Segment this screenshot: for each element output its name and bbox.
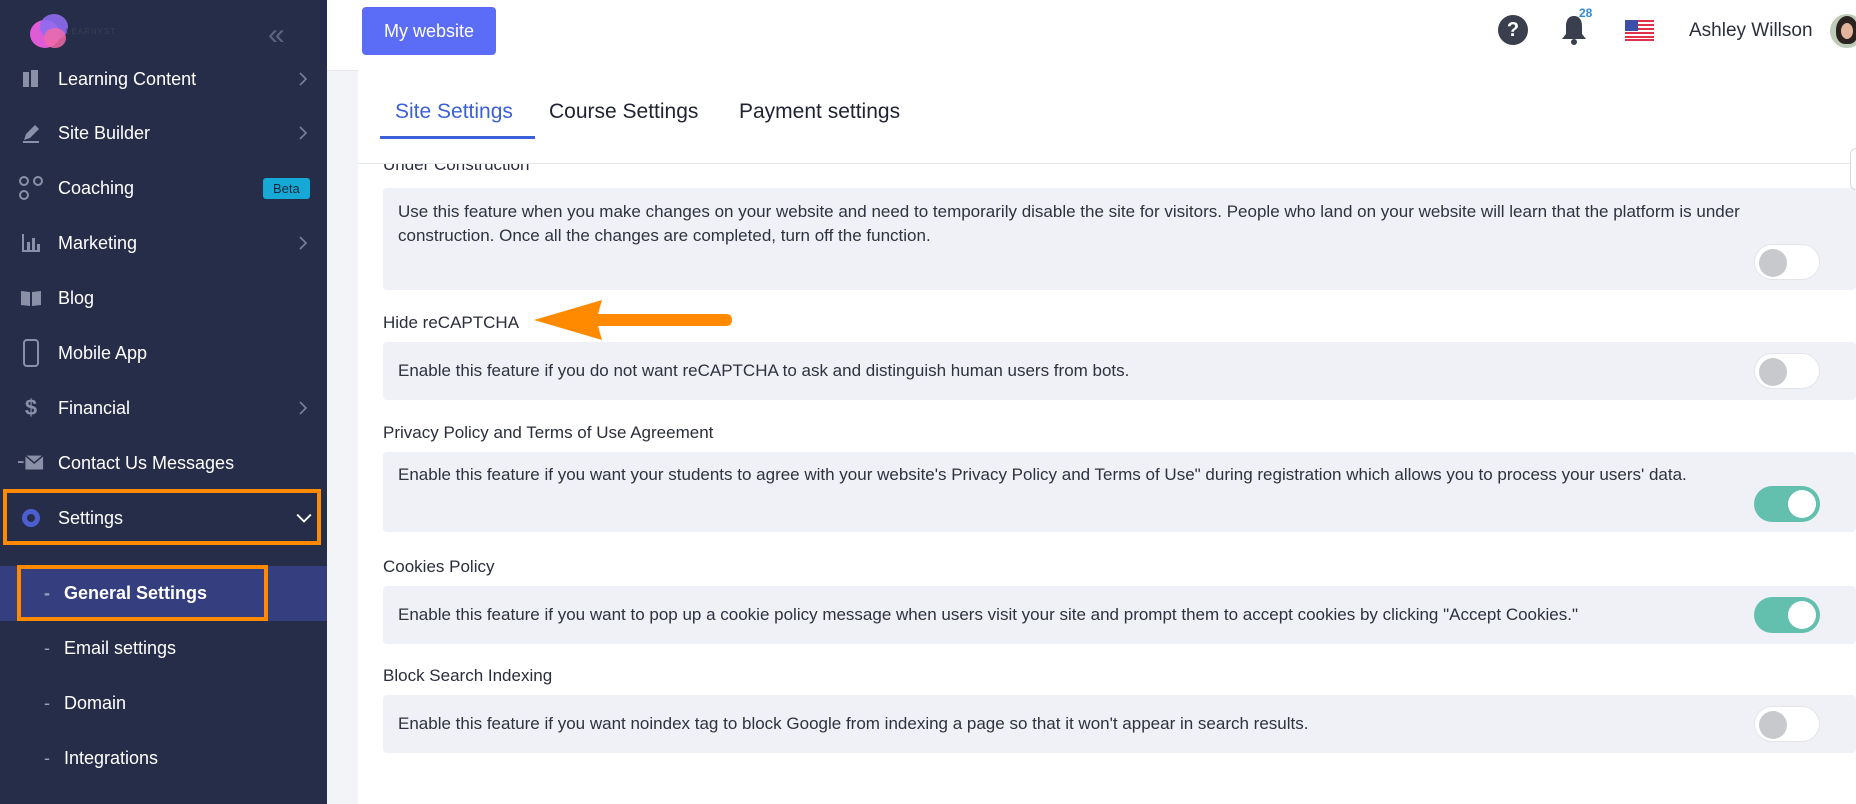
learning-content-icon [18, 66, 44, 92]
hide-recaptcha-toggle[interactable] [1754, 353, 1820, 389]
under-construction-panel: Use this feature when you make changes o… [383, 188, 1856, 290]
sidebar-subitem-label: Integrations [64, 747, 159, 768]
sidebar: LEARNYST « Learning Content Site Builder… [0, 0, 327, 804]
help-icon[interactable]: ? [1498, 15, 1528, 45]
sidebar-item-contact-us-messages[interactable]: Contact Us Messages [0, 436, 327, 490]
notification-count-badge: 28 [1579, 6, 1593, 20]
tab-payment-settings[interactable]: Payment settings [739, 100, 900, 124]
sidebar-item-coaching[interactable]: Coaching Beta [0, 161, 327, 215]
collapse-sidebar-icon[interactable]: « [268, 20, 285, 50]
hide-recaptcha-panel: Enable this feature if you do not want r… [383, 342, 1856, 400]
sidebar-item-mobile-app[interactable]: Mobile App [0, 326, 327, 380]
block-search-indexing-toggle[interactable] [1754, 706, 1820, 742]
avatar[interactable] [1830, 14, 1856, 48]
sidebar-subitem-label: Domain [64, 692, 127, 713]
chevron-right-icon [299, 126, 308, 140]
sidebar-item-marketing[interactable]: Marketing [0, 216, 327, 270]
chevron-right-icon [299, 236, 308, 250]
section-title-cookies-policy: Cookies Policy [383, 557, 495, 576]
privacy-policy-panel: Enable this feature if you want your stu… [383, 452, 1856, 532]
block-search-indexing-panel: Enable this feature if you want noindex … [383, 695, 1856, 753]
my-website-button[interactable]: My website [362, 7, 496, 55]
section-title-privacy-policy: Privacy Policy and Terms of Use Agreemen… [383, 423, 714, 442]
dollar-icon: $ [24, 395, 38, 420]
chevron-right-icon [299, 72, 308, 86]
sidebar-subitem-domain[interactable]: - Domain [0, 676, 327, 730]
section-description: Enable this feature if you want to pop u… [398, 605, 1579, 624]
chevron-right-icon [299, 401, 308, 415]
sidebar-item-label: Contact Us Messages [58, 452, 235, 473]
sidebar-item-label: Coaching [58, 177, 135, 198]
scroll-handle[interactable] [1850, 148, 1856, 190]
sidebar-subitem-label: Email settings [64, 637, 177, 658]
section-description: Enable this feature if you do not want r… [398, 361, 1130, 380]
book-icon [18, 285, 44, 311]
top-bar: My website ? 28 Ashley Willson [327, 0, 1856, 71]
general-settings-highlight-box [17, 565, 268, 621]
settings-card: Site Settings Course Settings Payment se… [358, 70, 1856, 804]
annotation-arrow-icon [534, 300, 732, 340]
sidebar-item-label: Site Builder [58, 122, 151, 143]
tab-course-settings[interactable]: Course Settings [549, 100, 698, 124]
us-flag-icon[interactable] [1625, 20, 1654, 41]
sidebar-item-label: Financial [58, 397, 131, 418]
bar-chart-icon [18, 230, 44, 256]
under-construction-toggle[interactable] [1754, 244, 1820, 280]
section-title-block-search-indexing: Block Search Indexing [383, 666, 553, 685]
user-name[interactable]: Ashley Willson [1689, 20, 1813, 42]
cookies-policy-toggle[interactable] [1754, 597, 1820, 633]
section-description: Enable this feature if you want your stu… [398, 465, 1687, 484]
brand-logo-text: LEARNYST [66, 27, 117, 36]
pen-icon [18, 120, 44, 146]
tab-site-settings[interactable]: Site Settings [395, 100, 513, 124]
phone-icon [18, 339, 44, 367]
section-title-hide-recaptcha: Hide reCAPTCHA [383, 313, 520, 332]
coaching-icon [18, 175, 44, 201]
sidebar-item-blog[interactable]: Blog [0, 271, 327, 325]
privacy-policy-toggle[interactable] [1754, 486, 1820, 522]
beta-badge: Beta [263, 177, 310, 199]
sidebar-item-label: Blog [58, 287, 95, 308]
section-description: Enable this feature if you want noindex … [398, 714, 1309, 733]
sidebar-item-learning-content[interactable]: Learning Content [0, 52, 327, 106]
active-tab-underline [380, 136, 535, 139]
settings-highlight-box [3, 489, 321, 545]
sidebar-subitem-email-settings[interactable]: - Email settings [0, 621, 327, 675]
sidebar-item-financial[interactable]: $ Financial [0, 381, 327, 435]
sidebar-item-label: Learning Content [58, 68, 197, 89]
sidebar-item-site-builder[interactable]: Site Builder [0, 106, 327, 160]
tabs-bar: Site Settings Course Settings Payment se… [358, 70, 1856, 164]
section-description: Use this feature when you make changes o… [398, 202, 1740, 245]
sidebar-subitem-integrations[interactable]: - Integrations [0, 731, 327, 785]
envelope-icon [18, 450, 44, 476]
sidebar-item-label: Marketing [58, 232, 138, 253]
sidebar-item-label: Mobile App [58, 342, 148, 363]
cookies-policy-panel: Enable this feature if you want to pop u… [383, 586, 1856, 644]
